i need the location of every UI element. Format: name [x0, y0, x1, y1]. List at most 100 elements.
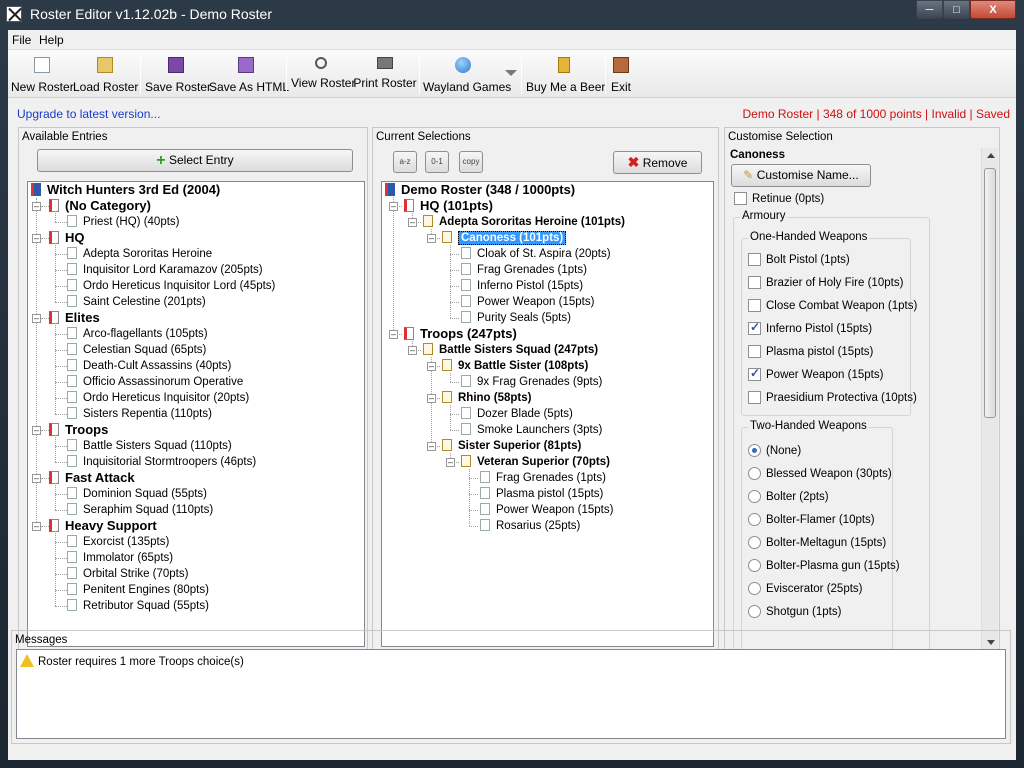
selection-node[interactable]: Adepta Sororitas Heroine (101pts)	[423, 215, 625, 229]
new-roster-button[interactable]: New Roster	[11, 54, 74, 96]
exit-button[interactable]: Exit	[609, 54, 633, 96]
entry-item[interactable]: Retributor Squad (55pts)	[67, 599, 209, 613]
one-handed-option[interactable]: Power Weapon (15pts)	[748, 366, 883, 381]
entry-item[interactable]: Ordo Hereticus Inquisitor (20pts)	[67, 391, 249, 405]
selection-node[interactable]: HQ (101pts)	[404, 199, 493, 213]
expand-toggle[interactable]: –	[32, 474, 41, 483]
one-handed-option[interactable]: Inferno Pistol (15pts)	[748, 320, 872, 335]
selection-node[interactable]: Frag Grenades (1pts)	[461, 263, 587, 277]
radio-button[interactable]	[748, 444, 761, 457]
expand-toggle[interactable]: –	[389, 330, 398, 339]
customise-name-button[interactable]: ✎ Customise Name...	[731, 164, 871, 187]
sort-01-button[interactable]: 0-1	[425, 151, 449, 173]
sort-az-button[interactable]: a-z	[393, 151, 417, 173]
current-selections-tree[interactable]: Demo Roster (348 / 1000pts) – HQ (101pts) –…	[381, 181, 714, 647]
wayland-games-button[interactable]: Wayland Games	[423, 54, 511, 96]
selection-node[interactable]: Battle Sisters Squad (247pts)	[423, 343, 598, 357]
entry-item[interactable]: Saint Celestine (201pts)	[67, 295, 206, 309]
selection-node[interactable]: Troops (247pts)	[404, 327, 517, 341]
selection-node[interactable]: 9x Battle Sister (108pts)	[442, 359, 588, 373]
chevron-down-icon[interactable]	[505, 70, 517, 76]
selection-node[interactable]: Plasma pistol (15pts)	[480, 487, 603, 501]
radio-button[interactable]	[748, 467, 761, 480]
selection-node[interactable]: Veteran Superior (70pts)	[461, 455, 610, 469]
buy-me-a-beer-button[interactable]: Buy Me a Beer	[526, 54, 605, 96]
category-4[interactable]: Fast Attack	[49, 471, 135, 485]
expand-toggle[interactable]: –	[408, 218, 417, 227]
radio-button[interactable]	[748, 605, 761, 618]
remove-button[interactable]: ✖ Remove	[613, 151, 702, 174]
expand-toggle[interactable]: –	[32, 314, 41, 323]
tree-root-label[interactable]: Witch Hunters 3rd Ed (2004)	[31, 183, 220, 197]
close-button[interactable]: X	[970, 0, 1016, 19]
two-handed-option[interactable]: Blessed Weapon (30pts)	[748, 467, 892, 480]
print-roster-button[interactable]: Print Roster	[353, 54, 417, 96]
selection-node[interactable]: Dozer Blade (5pts)	[461, 407, 573, 421]
selection-node[interactable]: Canoness (101pts)	[442, 231, 567, 245]
expand-toggle[interactable]: –	[32, 522, 41, 531]
selection-node[interactable]: Cloak of St. Aspira (20pts)	[461, 247, 611, 261]
category-5[interactable]: Heavy Support	[49, 519, 157, 533]
entry-item[interactable]: Inquisitor Lord Karamazov (205pts)	[67, 263, 263, 277]
entry-item[interactable]: Arco-flagellants (105pts)	[67, 327, 208, 341]
expand-toggle[interactable]: –	[427, 362, 436, 371]
radio-button[interactable]	[748, 513, 761, 526]
two-handed-option[interactable]: Eviscerator (25pts)	[748, 582, 863, 595]
expand-toggle[interactable]: –	[408, 346, 417, 355]
entry-item[interactable]: Seraphim Squad (110pts)	[67, 503, 213, 517]
entry-item[interactable]: Celestian Squad (65pts)	[67, 343, 206, 357]
selection-node[interactable]: Rosarius (25pts)	[480, 519, 580, 533]
entry-item[interactable]: Exorcist (135pts)	[67, 535, 169, 549]
expand-toggle[interactable]: –	[32, 202, 41, 211]
selection-node[interactable]: Power Weapon (15pts)	[461, 295, 594, 309]
menu-file[interactable]: File	[12, 33, 31, 47]
category-0[interactable]: (No Category)	[49, 199, 151, 213]
radio-button[interactable]	[748, 490, 761, 503]
entry-item[interactable]: Officio Assassinorum Operative	[67, 375, 243, 389]
two-handed-option[interactable]: Bolter-Flamer (10pts)	[748, 513, 875, 526]
expand-toggle[interactable]: –	[32, 426, 41, 435]
expand-toggle[interactable]: –	[427, 442, 436, 451]
entry-item[interactable]: Battle Sisters Squad (110pts)	[67, 439, 232, 453]
two-handed-option[interactable]: Bolter-Plasma gun (15pts)	[748, 559, 900, 572]
two-handed-option[interactable]: Shotgun (1pts)	[748, 605, 841, 618]
view-roster-button[interactable]: View Roster	[291, 54, 355, 96]
checkbox[interactable]	[748, 366, 761, 381]
entry-item[interactable]: Ordo Hereticus Inquisitor Lord (45pts)	[67, 279, 275, 293]
radio-button[interactable]	[748, 536, 761, 549]
load-roster-button[interactable]: Load Roster	[73, 54, 138, 96]
entry-item[interactable]: Penitent Engines (80pts)	[67, 583, 209, 597]
entry-item[interactable]: Priest (HQ) (40pts)	[67, 215, 180, 229]
menu-help[interactable]: Help	[39, 33, 64, 47]
minimize-button[interactable]: ─	[916, 0, 943, 19]
save-roster-button[interactable]: Save Roster	[145, 54, 211, 96]
checkbox[interactable]	[748, 276, 761, 289]
available-entries-tree[interactable]: Witch Hunters 3rd Ed (2004) – (No Category…	[27, 181, 365, 647]
selection-node[interactable]: Power Weapon (15pts)	[480, 503, 613, 517]
copy-selection-button[interactable]: copy	[459, 151, 483, 173]
customise-scrollbar[interactable]	[981, 148, 998, 650]
selection-node[interactable]: Purity Seals (5pts)	[461, 311, 571, 325]
one-handed-option[interactable]: Plasma pistol (15pts)	[748, 345, 873, 358]
checkbox[interactable]	[748, 253, 761, 266]
checkbox[interactable]	[748, 299, 761, 312]
selection-node[interactable]: Frag Grenades (1pts)	[480, 471, 606, 485]
select-entry-button[interactable]: + Select Entry	[37, 149, 353, 172]
expand-toggle[interactable]: –	[427, 394, 436, 403]
entry-item[interactable]: Death-Cult Assassins (40pts)	[67, 359, 231, 373]
retinue-checkbox[interactable]: Retinue (0pts)	[734, 192, 824, 205]
save-as-html-button[interactable]: Save As HTML	[209, 54, 289, 96]
one-handed-option[interactable]: Brazier of Holy Fire (10pts)	[748, 276, 903, 289]
entry-item[interactable]: Adepta Sororitas Heroine	[67, 247, 212, 261]
retinue-check[interactable]	[734, 192, 747, 205]
two-handed-option[interactable]: Bolter (2pts)	[748, 490, 829, 503]
selection-node[interactable]: Demo Roster (348 / 1000pts)	[385, 183, 575, 197]
one-handed-option[interactable]: Bolt Pistol (1pts)	[748, 253, 850, 266]
selection-node[interactable]: Rhino (58pts)	[442, 391, 531, 405]
selection-node[interactable]: Smoke Launchers (3pts)	[461, 423, 602, 437]
category-3[interactable]: Troops	[49, 423, 108, 437]
expand-toggle[interactable]: –	[427, 234, 436, 243]
two-handed-option[interactable]: Bolter-Meltagun (15pts)	[748, 536, 886, 549]
checkbox[interactable]	[748, 320, 761, 335]
one-handed-option[interactable]: Praesidium Protectiva (10pts)	[748, 391, 917, 404]
